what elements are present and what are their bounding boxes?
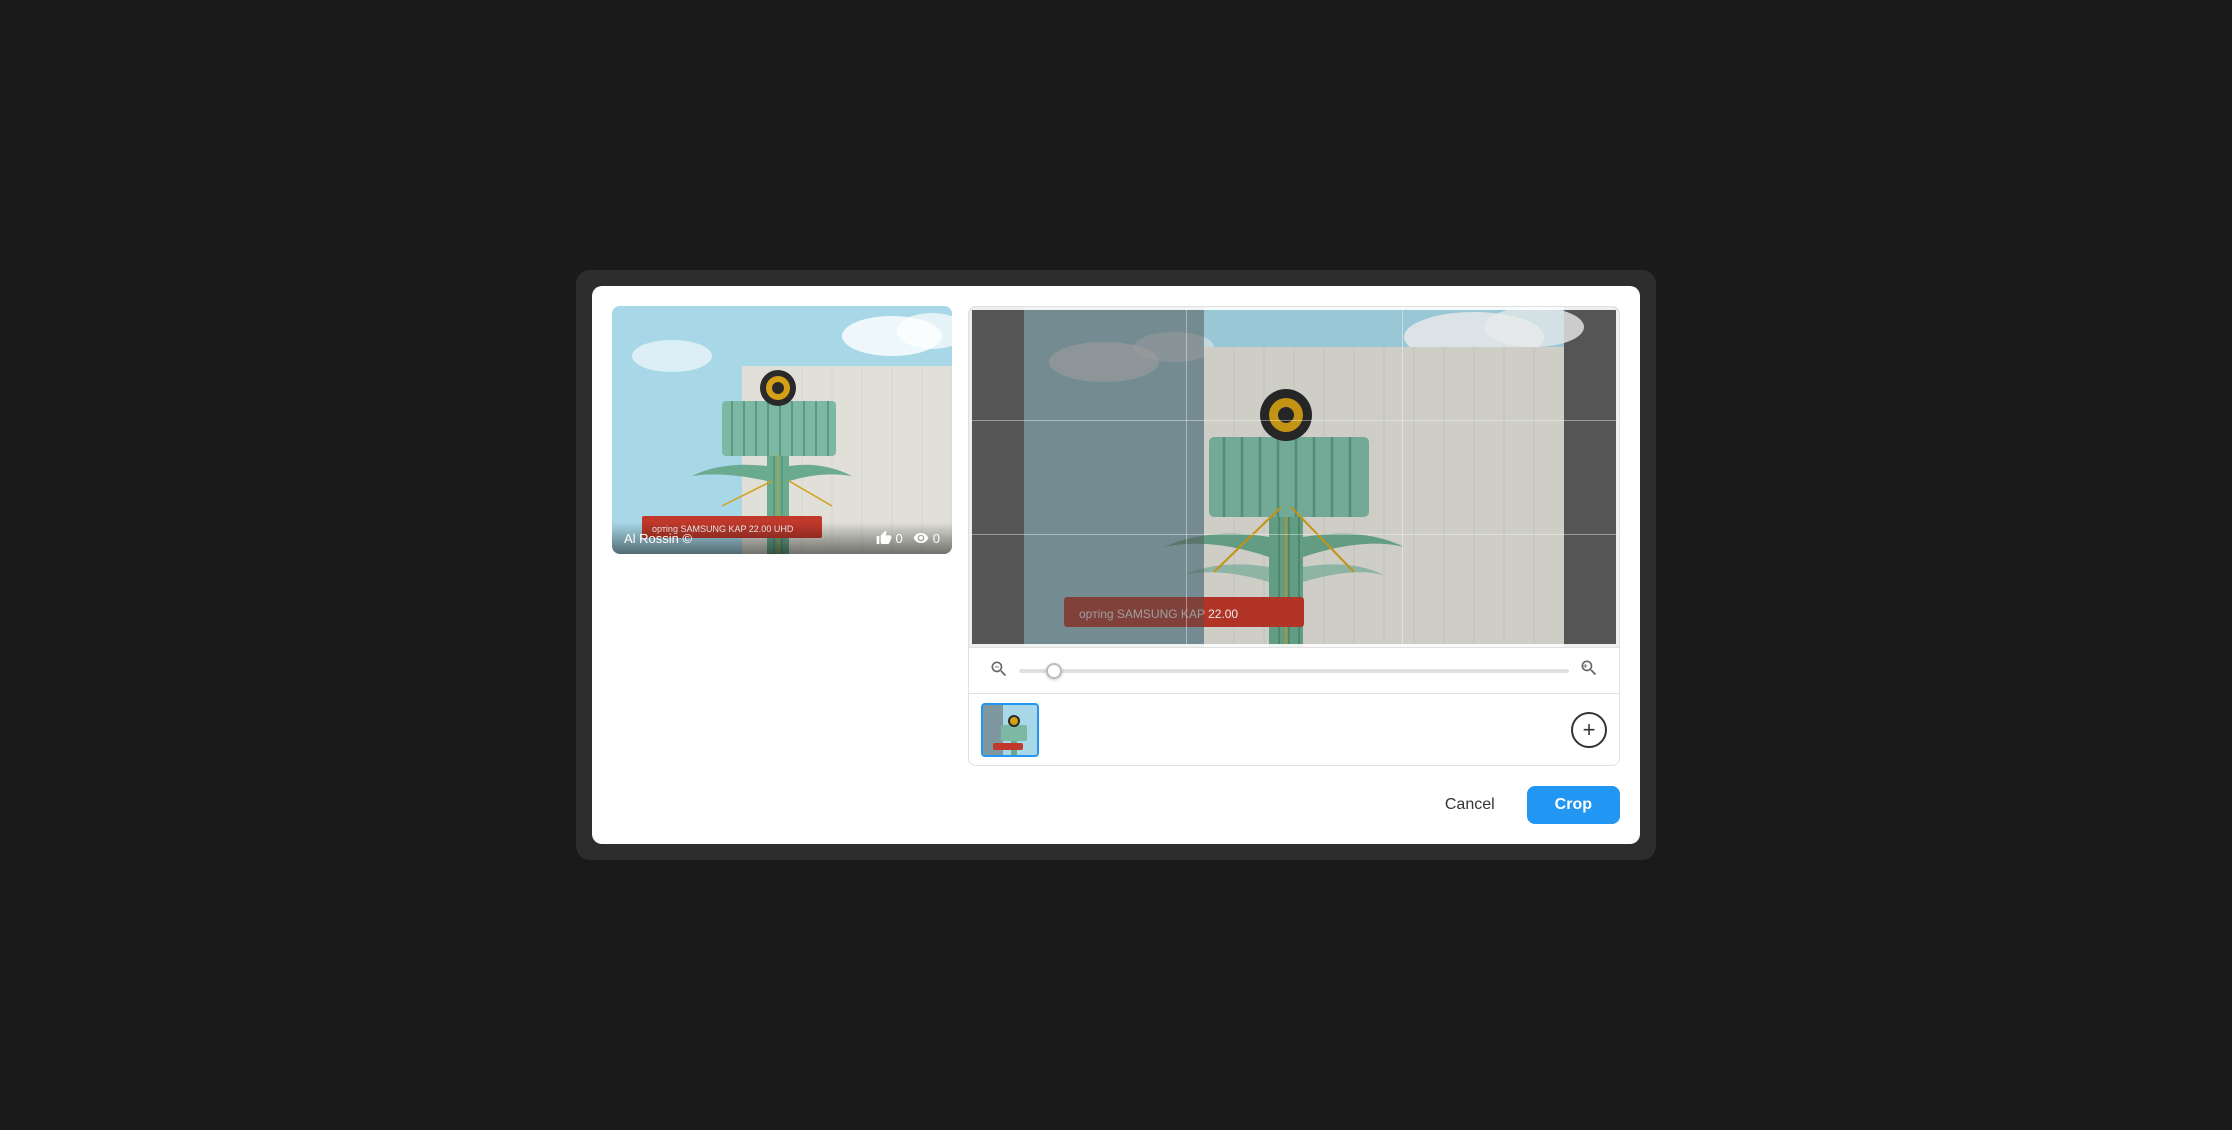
views-count: 0	[933, 531, 940, 546]
thumbs-up-icon	[876, 530, 892, 546]
preview-author: Al Rossin ©	[624, 531, 692, 546]
filmstrip-thumb-svg	[983, 705, 1039, 757]
likes-count: 0	[896, 531, 903, 546]
filmstrip: +	[969, 693, 1619, 765]
modal-body: ортing SAMSUNG KAP 22.00 UHD Al Rossin ©…	[612, 306, 1620, 766]
views-stat: 0	[913, 530, 940, 546]
preview-panel: ортing SAMSUNG KAP 22.00 UHD Al Rossin ©…	[612, 306, 952, 554]
modal-footer: Cancel Crop	[612, 766, 1620, 824]
zoom-in-icon[interactable]	[1579, 658, 1599, 683]
crop-scene-svg: ортing SAMSUNG KAP 22.00	[969, 307, 1619, 647]
likes-stat: 0	[876, 530, 903, 546]
filmstrip-images	[981, 703, 1039, 757]
preview-overlay: Al Rossin © 0	[612, 522, 952, 554]
crop-button[interactable]: Crop	[1527, 786, 1620, 824]
preview-stats: 0 0	[876, 530, 940, 546]
modal-dialog: ортing SAMSUNG KAP 22.00 UHD Al Rossin ©…	[592, 286, 1640, 844]
preview-image-container: ортing SAMSUNG KAP 22.00 UHD Al Rossin ©…	[612, 306, 952, 554]
zoom-out-icon[interactable]	[989, 659, 1009, 683]
eye-icon	[913, 530, 929, 546]
preview-scene-svg: ортing SAMSUNG KAP 22.00 UHD	[612, 306, 952, 554]
cancel-button[interactable]: Cancel	[1429, 788, 1511, 822]
outer-panel: ортing SAMSUNG KAP 22.00 UHD Al Rossin ©…	[576, 270, 1656, 860]
filmstrip-thumb-1[interactable]	[981, 703, 1039, 757]
crop-panel: ортing SAMSUNG KAP 22.00	[968, 306, 1620, 766]
crop-canvas-area[interactable]: ортing SAMSUNG KAP 22.00	[969, 307, 1619, 647]
add-image-button[interactable]: +	[1571, 712, 1607, 748]
zoom-slider[interactable]	[1019, 669, 1569, 673]
zoom-bar	[969, 647, 1619, 693]
